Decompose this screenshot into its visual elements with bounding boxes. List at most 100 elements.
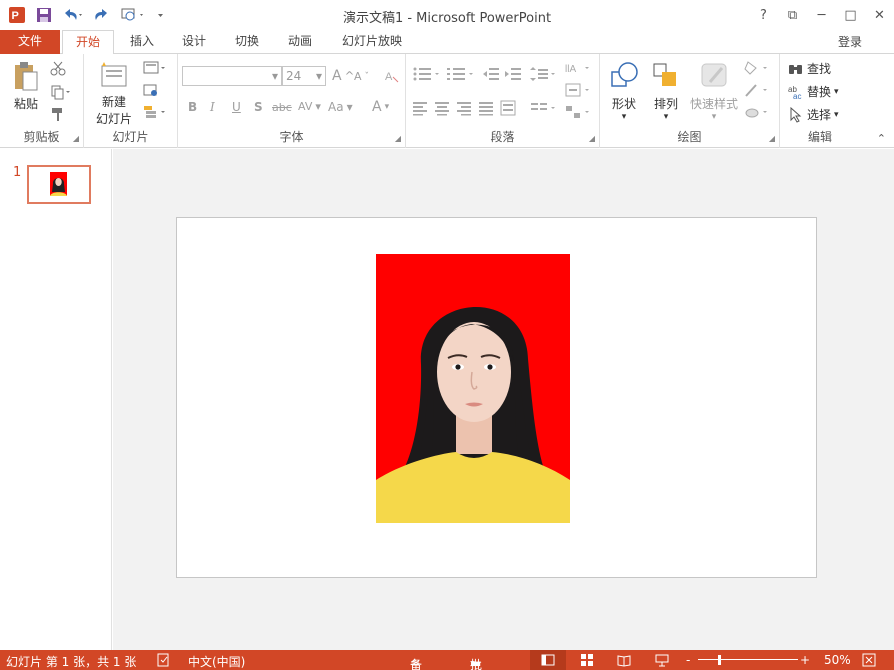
format-painter-icon[interactable] bbox=[50, 106, 66, 122]
shapes-button[interactable]: 形状 ▾ bbox=[606, 60, 642, 122]
thumbnail-photo bbox=[50, 172, 67, 196]
text-direction-icon[interactable]: llA bbox=[564, 60, 592, 76]
character-spacing-button[interactable]: AV ▾ bbox=[298, 100, 321, 113]
shape-fill-icon[interactable] bbox=[744, 60, 772, 76]
help-button[interactable]: ? bbox=[749, 0, 778, 30]
drawing-launcher-icon[interactable]: ◢ bbox=[769, 134, 775, 143]
copy-icon[interactable] bbox=[50, 84, 72, 100]
portrait-photo[interactable] bbox=[376, 254, 570, 523]
close-button[interactable]: ✕ bbox=[865, 0, 894, 30]
group-label-paragraph: 段落 bbox=[490, 130, 515, 144]
tab-home[interactable]: 开始 bbox=[62, 30, 114, 55]
align-left-icon[interactable] bbox=[412, 100, 430, 116]
slide-sorter-icon bbox=[581, 654, 593, 666]
group-paragraph: llA 段落 ◢ bbox=[406, 54, 600, 148]
ribbon-tabs: 文件 开始 插入 设计 切换 动画 幻灯片放映 登录 bbox=[0, 30, 894, 82]
italic-button[interactable]: I bbox=[210, 100, 215, 114]
decrease-indent-icon[interactable] bbox=[482, 66, 500, 82]
grow-font-label: A bbox=[332, 68, 342, 84]
font-name-combo[interactable]: ▾ bbox=[182, 66, 282, 86]
align-text-icon[interactable] bbox=[564, 82, 592, 98]
normal-view-icon bbox=[541, 654, 555, 666]
font-launcher-icon[interactable]: ◢ bbox=[395, 134, 401, 143]
justify-icon[interactable] bbox=[478, 100, 496, 116]
ribbon: 粘贴 剪贴板 ◢ 新建 幻灯片 幻灯片 ▾ 24 ▾ A ^ A ˇ A B I… bbox=[0, 54, 894, 148]
clipboard-launcher-icon[interactable]: ◢ bbox=[73, 134, 79, 143]
arrange-icon bbox=[650, 63, 682, 95]
shrink-font-icon[interactable]: Aˇ bbox=[354, 70, 369, 83]
slideshow-view-icon bbox=[655, 654, 669, 667]
distributed-icon[interactable] bbox=[500, 100, 518, 116]
language-status[interactable]: 中文(中国) bbox=[188, 653, 245, 670]
align-right-icon[interactable] bbox=[456, 100, 474, 116]
font-size-combo[interactable]: 24 ▾ bbox=[282, 66, 326, 86]
increase-indent-icon[interactable] bbox=[504, 66, 522, 82]
zoom-out-button[interactable]: - bbox=[686, 653, 690, 667]
slide-canvas[interactable] bbox=[176, 217, 817, 578]
zoom-in-button[interactable]: + bbox=[800, 653, 810, 667]
quick-styles-icon bbox=[698, 63, 730, 95]
quick-styles-button[interactable]: 快速样式 ▾ bbox=[688, 60, 740, 122]
tab-design[interactable]: 设计 bbox=[174, 30, 214, 54]
reading-view-icon bbox=[617, 655, 631, 667]
zoom-level[interactable]: 50% bbox=[824, 653, 851, 667]
collapse-ribbon-icon[interactable]: ⌃ bbox=[877, 132, 886, 145]
tab-transitions[interactable]: 切换 bbox=[227, 30, 267, 54]
bold-button[interactable]: B bbox=[188, 100, 197, 114]
paragraph-launcher-icon[interactable]: ◢ bbox=[589, 134, 595, 143]
tab-slideshow[interactable]: 幻灯片放映 bbox=[334, 30, 410, 54]
select-button[interactable]: 选择 ▾ bbox=[788, 106, 839, 123]
section-icon[interactable] bbox=[142, 104, 168, 120]
group-label-editing: 编辑 bbox=[807, 130, 832, 144]
reset-icon[interactable] bbox=[142, 82, 160, 98]
slide-thumbnail[interactable] bbox=[27, 165, 91, 204]
replace-icon: abac bbox=[788, 85, 801, 100]
fit-to-window-button[interactable] bbox=[862, 653, 876, 670]
spelling-check-icon[interactable] bbox=[157, 653, 171, 670]
shrink-font-label: A bbox=[354, 70, 362, 83]
tab-animations[interactable]: 动画 bbox=[280, 30, 320, 54]
arrange-button[interactable]: 排列 ▾ bbox=[648, 60, 684, 122]
line-spacing-icon[interactable] bbox=[530, 66, 558, 82]
slideshow-view-button[interactable] bbox=[655, 653, 669, 670]
underline-button[interactable]: U bbox=[232, 100, 241, 114]
replace-button[interactable]: ab ac 替换 ▾ bbox=[788, 83, 839, 100]
strikethrough-button[interactable]: abc bbox=[272, 101, 292, 114]
shape-effects-icon[interactable] bbox=[744, 104, 772, 120]
reading-view-button[interactable] bbox=[617, 653, 631, 670]
columns-icon[interactable] bbox=[530, 100, 558, 116]
fit-to-window-icon bbox=[862, 653, 876, 667]
slide-sorter-button[interactable] bbox=[580, 653, 594, 670]
grow-font-icon[interactable]: A ^ bbox=[332, 68, 354, 84]
layout-icon[interactable] bbox=[142, 60, 168, 76]
font-color-button[interactable]: A ▾ bbox=[372, 99, 389, 115]
group-label-drawing: 绘图 bbox=[677, 130, 702, 144]
cursor-icon bbox=[790, 106, 802, 123]
shape-outline-icon[interactable] bbox=[744, 82, 772, 98]
zoom-slider-track[interactable] bbox=[698, 659, 798, 660]
paste-button[interactable]: 粘贴 bbox=[8, 60, 44, 112]
sign-in-link[interactable]: 登录 bbox=[838, 33, 862, 50]
smartart-icon[interactable] bbox=[564, 104, 592, 120]
tab-insert[interactable]: 插入 bbox=[122, 30, 162, 54]
cut-icon[interactable] bbox=[50, 60, 66, 76]
bullets-icon[interactable] bbox=[412, 66, 442, 82]
normal-view-button[interactable] bbox=[530, 650, 566, 670]
numbering-icon[interactable] bbox=[446, 66, 476, 82]
group-font: ▾ 24 ▾ A ^ Aˇ A B I U S abc AV ▾ Aa ▾ A ▾ 字体 … bbox=[178, 54, 406, 148]
slide-count-status: 幻灯片 第 1 张，共 1 张 bbox=[6, 655, 137, 669]
clear-formatting-icon[interactable]: A bbox=[384, 68, 400, 84]
maximize-button[interactable]: □ bbox=[836, 0, 865, 30]
tab-file[interactable]: 文件 bbox=[0, 30, 60, 54]
align-center-icon[interactable] bbox=[434, 100, 452, 116]
notes-label: 备注 bbox=[410, 658, 423, 670]
svg-text:llA: llA bbox=[565, 64, 576, 75]
title-bar: P 演示文稿1 - Microsoft PowerPoint ? ⧉ ─ □ ✕ bbox=[0, 0, 894, 30]
shadow-button[interactable]: S bbox=[254, 100, 263, 114]
minimize-button[interactable]: ─ bbox=[807, 0, 836, 30]
ribbon-display-options-button[interactable]: ⧉ bbox=[778, 0, 807, 30]
zoom-slider-thumb[interactable] bbox=[718, 655, 721, 665]
change-case-button[interactable]: Aa ▾ bbox=[328, 100, 353, 114]
new-slide-button[interactable]: 新建 幻灯片 bbox=[90, 60, 138, 127]
find-button[interactable]: 查找 bbox=[788, 60, 831, 77]
